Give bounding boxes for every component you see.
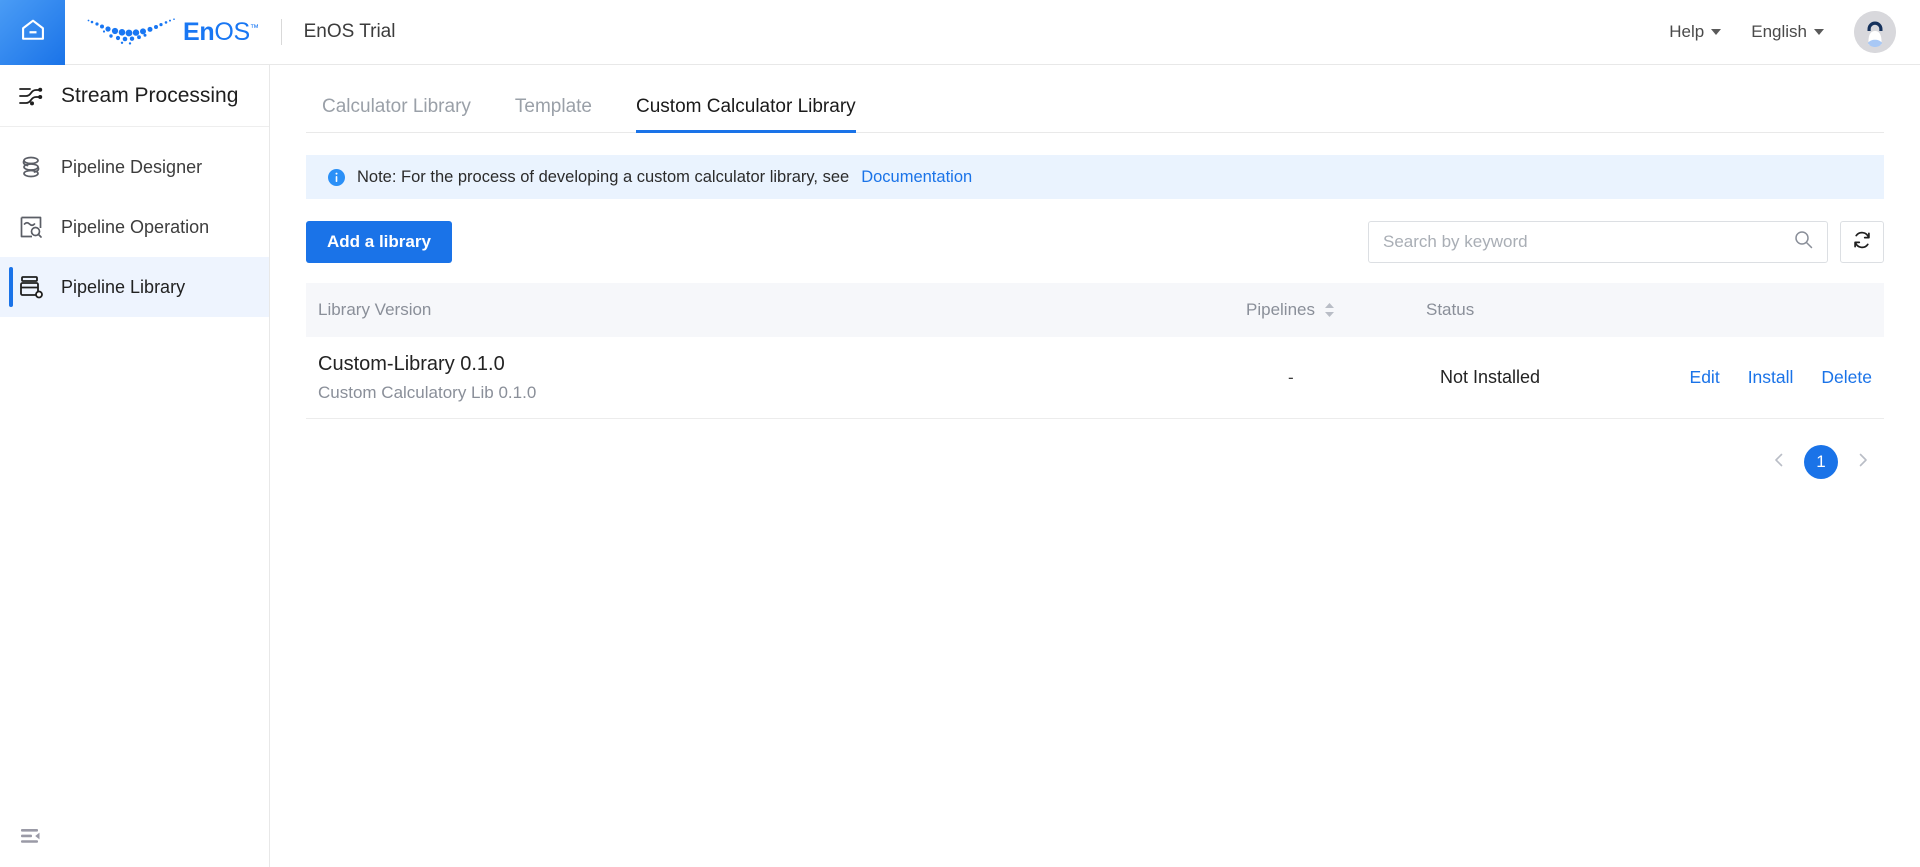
sidebar-item-pipeline-operation[interactable]: Pipeline Operation (0, 197, 269, 257)
cell-library-version: Custom-Library 0.1.0 Custom Calculatory … (306, 349, 1246, 407)
toolbar-right (1368, 221, 1884, 263)
sidebar-item-label: Pipeline Library (61, 276, 186, 297)
note-text: Note: For the process of developing a cu… (357, 167, 850, 186)
search-icon[interactable] (1794, 230, 1813, 254)
logo-wordmark: EnOS™ (183, 17, 259, 46)
refresh-icon (1852, 230, 1872, 255)
library-version-description: Custom Calculatory Lib 0.1.0 (318, 382, 537, 402)
cell-pipelines: - (1288, 367, 1294, 387)
delete-link[interactable]: Delete (1821, 367, 1872, 388)
documentation-link[interactable]: Documentation (861, 168, 972, 187)
home-button[interactable] (0, 0, 65, 65)
sidebar: Stream Processing Pipeline Designer Pipe… (0, 65, 270, 867)
pagination: 1 (306, 445, 1884, 479)
language-menu[interactable]: English (1751, 22, 1824, 42)
pagination-prev-button[interactable] (1768, 451, 1790, 473)
sidebar-section-stream-processing[interactable]: Stream Processing (0, 65, 269, 127)
language-label: English (1751, 22, 1807, 41)
toolbar: Add a library (306, 221, 1884, 263)
collapse-sidebar-icon (18, 829, 44, 853)
tab-calculator-library[interactable]: Calculator Library (322, 96, 471, 132)
sidebar-items: Pipeline Designer Pipeline Operation Pip… (0, 127, 269, 317)
status-badge: Not Installed (1440, 367, 1541, 387)
help-label: Help (1669, 22, 1705, 41)
note-banner: Note: For the process of developing a cu… (306, 155, 1884, 199)
avatar[interactable] (1854, 11, 1896, 53)
help-menu[interactable]: Help (1669, 22, 1722, 42)
library-table: Library Version Pipelines Status Custom-… (306, 283, 1884, 419)
tab-custom-calculator-library[interactable]: Custom Calculator Library (636, 96, 856, 133)
stream-processing-icon (17, 82, 45, 110)
pagination-page-1[interactable]: 1 (1804, 445, 1838, 479)
sidebar-item-label: Pipeline Designer (61, 156, 203, 177)
search-input[interactable] (1383, 232, 1794, 252)
header-divider (280, 19, 282, 45)
tenant-name: EnOS Trial (303, 21, 396, 42)
pipeline-designer-icon (17, 153, 45, 181)
refresh-button[interactable] (1840, 221, 1884, 263)
table-row: Custom-Library 0.1.0 Custom Calculatory … (306, 337, 1884, 419)
column-header-pipelines-label: Pipelines (1246, 300, 1315, 319)
sidebar-section-label: Stream Processing (61, 83, 239, 107)
chevron-down-icon (1711, 29, 1722, 35)
table-header-row: Library Version Pipelines Status (306, 283, 1884, 337)
tab-template[interactable]: Template (515, 96, 592, 132)
tab-bar: Calculator Library Template Custom Calcu… (306, 65, 1884, 133)
top-header: EnOS™ EnOS Trial Help English (0, 0, 1920, 65)
cell-actions: Edit Install Delete (1676, 367, 1884, 388)
install-link[interactable]: Install (1748, 367, 1794, 388)
chevron-right-icon (1855, 452, 1871, 473)
pipeline-library-icon (17, 273, 45, 301)
chevron-down-icon (1814, 29, 1824, 35)
search-box[interactable] (1368, 221, 1828, 263)
edit-link[interactable]: Edit (1690, 367, 1720, 388)
enos-dots-logo (87, 15, 179, 49)
sort-icon[interactable] (1324, 302, 1335, 318)
column-header-pipelines[interactable]: Pipelines (1246, 300, 1426, 320)
sidebar-item-label: Pipeline Operation (61, 216, 210, 237)
sidebar-item-pipeline-library[interactable]: Pipeline Library (0, 257, 269, 317)
main-content: Calculator Library Template Custom Calcu… (270, 65, 1920, 867)
library-version-title: Custom-Library 0.1.0 (318, 352, 505, 375)
info-icon (328, 168, 345, 186)
brand-logo[interactable]: EnOS™ (87, 0, 259, 65)
column-header-status: Status (1426, 300, 1475, 319)
chevron-left-icon (1771, 452, 1787, 473)
pipeline-operation-icon (17, 213, 45, 241)
home-icon (19, 16, 47, 49)
column-header-library-version: Library Version (318, 300, 432, 319)
sidebar-item-pipeline-designer[interactable]: Pipeline Designer (0, 137, 269, 197)
add-library-button[interactable]: Add a library (306, 221, 452, 263)
header-actions: Help English (1669, 11, 1920, 53)
pagination-next-button[interactable] (1852, 451, 1874, 473)
collapse-sidebar-button[interactable] (18, 823, 44, 849)
